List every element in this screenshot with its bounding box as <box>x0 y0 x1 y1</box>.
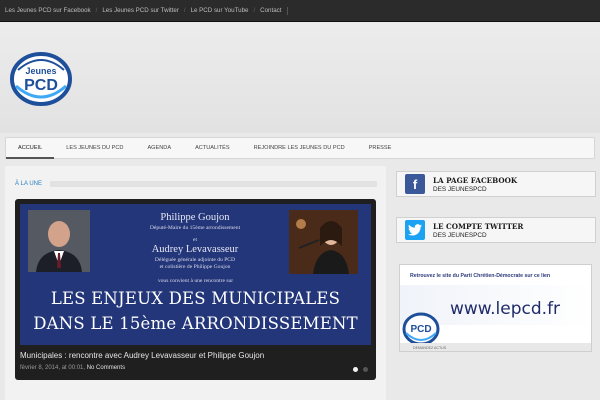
logo-line2: PCD <box>24 77 58 94</box>
slider-dot-1[interactable] <box>353 367 358 372</box>
slide-date: février 8, 2014, at 00:01, <box>20 365 86 371</box>
top-bar: Les Jeunes PCD sur Facebook / Les Jeunes… <box>0 0 600 22</box>
poster-role2a: Déléguée générale adjointe du PCD <box>154 257 236 263</box>
twitter-widget-subtitle: DES JEUNESPCD <box>433 231 487 239</box>
portrait-photo-left <box>28 210 90 272</box>
nav-item-actualites[interactable]: ACTUALITÉS <box>183 138 242 159</box>
portrait-photo-right <box>289 210 358 274</box>
facebook-icon: f <box>405 174 425 194</box>
poster-and: et <box>192 237 198 243</box>
poster-name1: Philippe Goujon <box>160 212 230 223</box>
slide-comments-link[interactable]: No Comments <box>87 365 125 371</box>
topbar-separator: / <box>183 7 186 14</box>
nav-item-les-jeunes[interactable]: LES JEUNES DU PCD <box>54 138 135 159</box>
banner-headline: Retrouvez le site du Parti Chrétien-Démo… <box>410 273 551 279</box>
pcd-logo-text: PCD <box>410 324 431 335</box>
slide-caption[interactable]: Municipales : rencontre avec Audrey Leva… <box>20 351 264 360</box>
poster-invite: vous convient à une rencontre sur <box>157 278 234 284</box>
twitter-widget-title: LE COMPTE TWITTER <box>433 221 524 231</box>
featured-slider[interactable]: Philippe Goujon Député-Maire du 15ème ar… <box>15 199 376 380</box>
poster-role1: Député-Maire du 15ème arrondissement <box>149 225 241 231</box>
slide-poster-image[interactable]: Philippe Goujon Député-Maire du 15ème ar… <box>20 204 371 345</box>
facebook-widget-title: LA PAGE FACEBOOK <box>433 175 518 185</box>
twitter-widget[interactable]: LE COMPTE TWITTER DES JEUNESPCD <box>396 217 596 243</box>
topbar-divider <box>287 6 289 15</box>
topbar-separator: / <box>95 7 98 14</box>
section-title: À LA UNE <box>15 181 43 187</box>
topbar-link-youtube[interactable]: Le PCD sur YouTube <box>191 7 249 14</box>
poster-headline2: DANS LE 15ème ARRONDISSEMENT <box>33 314 358 333</box>
poster-role2b: et colistière de Philippe Goujon <box>159 264 231 270</box>
nav-item-presse[interactable]: PRESSE <box>357 138 404 159</box>
poster-headline1: LES ENJEUX DES MUNICIPALES <box>50 289 341 308</box>
section-rule <box>50 181 377 187</box>
slider-dot-2[interactable] <box>363 367 368 372</box>
pcd-logo: PCD <box>402 312 440 346</box>
nav-item-accueil[interactable]: ACCUEIL <box>6 138 55 159</box>
nav-item-rejoindre[interactable]: REJOINDRE LES JEUNES DU PCD <box>242 138 357 159</box>
topbar-link-facebook[interactable]: Les Jeunes PCD sur Facebook <box>5 7 91 14</box>
lepcd-banner[interactable]: Retrouvez le site du Parti Chrétien-Démo… <box>399 264 592 352</box>
section-header: À LA UNE <box>15 180 377 188</box>
topbar-separator: / <box>253 7 256 14</box>
facebook-widget[interactable]: f LA PAGE FACEBOOK DES JEUNESPCD <box>396 171 596 197</box>
twitter-icon <box>405 220 425 240</box>
topbar-link-contact[interactable]: Contact <box>260 7 281 14</box>
banner-tag: DEMANDEZ ACTUS <box>413 346 447 350</box>
slider-pagination <box>353 367 368 372</box>
main-nav: ACCUEIL LES JEUNES DU PCD AGENDA ACTUALI… <box>5 137 595 159</box>
banner-url[interactable]: www.lepcd.fr <box>450 299 560 319</box>
nav-item-agenda[interactable]: AGENDA <box>135 138 183 159</box>
site-header: Jeunes PCD <box>0 23 600 133</box>
facebook-widget-subtitle: DES JEUNESPCD <box>433 185 487 193</box>
jeunes-pcd-logo[interactable]: Jeunes PCD <box>10 52 72 106</box>
logo-line1: Jeunes <box>25 66 56 76</box>
poster-name2: Audrey Levavasseur <box>151 244 239 255</box>
topbar-link-twitter[interactable]: Les Jeunes PCD sur Twitter <box>102 7 179 14</box>
slide-meta: février 8, 2014, at 00:01, No Comments <box>20 365 125 371</box>
